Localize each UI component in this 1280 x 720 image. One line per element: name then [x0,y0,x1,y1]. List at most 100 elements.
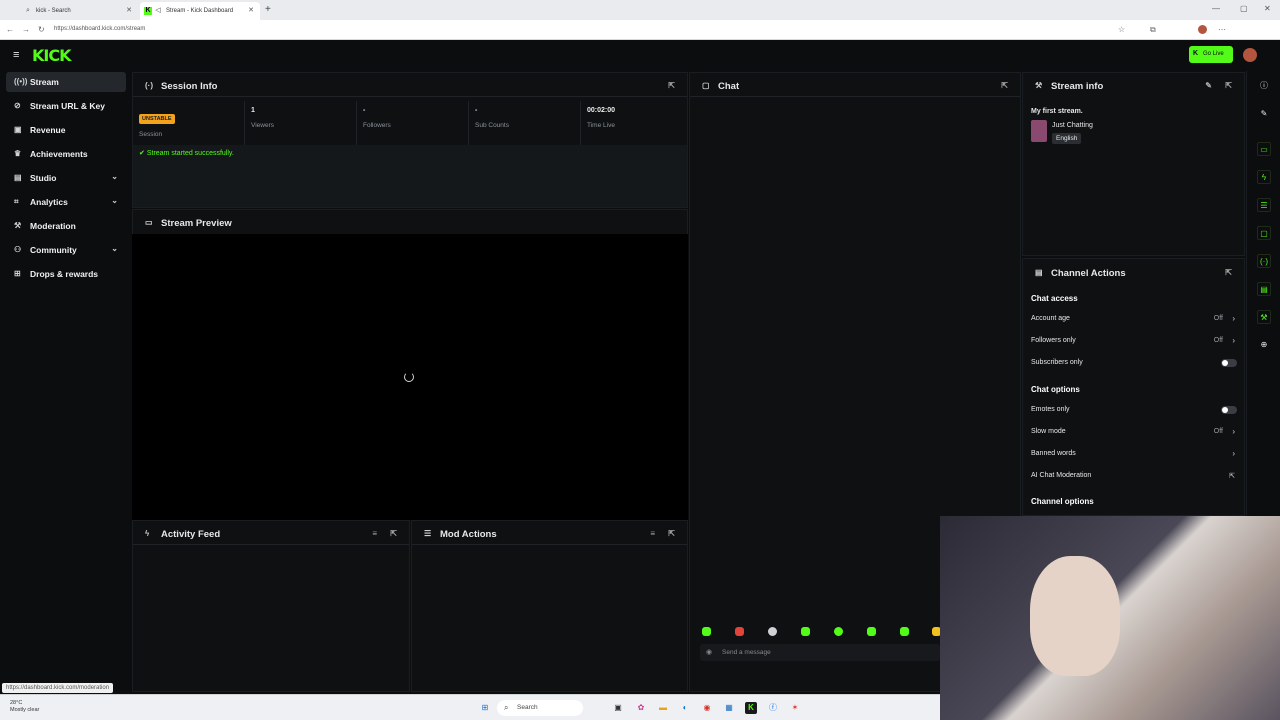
section-chat-options: Chat options [1031,385,1080,394]
lightning-icon: ϟ [145,529,150,538]
monitor-icon: ▭ [145,218,153,227]
emote-icon[interactable] [867,627,876,636]
weather-widget[interactable]: 28°C Mostly clear [10,700,39,714]
minimize-icon[interactable]: — [1212,4,1220,13]
menu-icon[interactable]: ≡ [13,49,19,61]
emote-icon[interactable] [801,627,810,636]
task-view-icon[interactable]: ▣ [612,702,624,714]
subscribers-only-toggle[interactable] [1221,359,1237,367]
edge-icon[interactable]: ◐ [679,702,691,714]
chat-message-input[interactable]: ◉ Send a message [700,644,940,661]
status-badge: UNSTABLE [139,114,175,124]
sidebar-item-revenue[interactable]: ▣ Revenue [6,120,126,140]
popout-icon[interactable]: ⇱ [668,529,675,538]
language-tag: English [1052,133,1082,144]
facebook-icon[interactable]: ⓕ [767,702,779,714]
browser-tab-bar: ⌕ kick - Search ✕ K ◁ Stream - Kick Dash… [0,0,1280,20]
user-avatar[interactable] [1243,48,1257,62]
kick-icon: K [1193,50,1199,57]
sidebar-item-label: Community [30,245,77,255]
store-icon[interactable]: ▦ [723,702,735,714]
emote-icon[interactable] [768,627,777,636]
emote-icon[interactable] [702,627,711,636]
stat-label: Time Live [587,122,615,129]
shield-icon[interactable]: ▤ [1257,282,1271,296]
webcam-overlay [940,516,1280,720]
extensions-icon[interactable]: ⧉ [1150,25,1156,35]
taskbar-search[interactable]: ⌕ Search [497,700,583,716]
popout-icon[interactable]: ⇱ [1001,81,1008,90]
chat-icon: ▢ [702,81,710,90]
maximize-icon[interactable]: ▢ [1240,4,1248,13]
list-icon[interactable]: ☰ [1257,198,1271,212]
profile-avatar[interactable] [1198,25,1207,34]
edit-icon[interactable]: ✎ [1205,81,1212,90]
success-text: Stream started successfully. [146,150,234,157]
filter-icon[interactable]: ≡ [372,529,377,538]
forward-icon[interactable]: → [22,25,30,34]
session-info-icon[interactable]: ▭ [1257,142,1271,156]
emote-icon[interactable] [735,627,744,636]
stat-value: 1 [251,107,255,114]
sidebar-item-stream[interactable]: ((•)) Stream [6,72,126,92]
sidebar-item-drops-rewards[interactable]: ⊞ Drops & rewards [6,264,126,284]
back-icon[interactable]: ← [6,25,14,34]
popout-icon[interactable]: ⇱ [1225,81,1232,90]
emotes-only-toggle[interactable] [1221,406,1237,414]
popout-icon[interactable]: ⇱ [668,81,675,90]
time-live-stat: 00:02:00 Time Live [581,101,687,145]
kick-app-icon[interactable]: K [745,702,757,714]
stat-label: Sub Counts [475,122,509,129]
kick-logo[interactable]: KICK [32,46,71,65]
info-icon[interactable]: ⓘ [1257,79,1271,93]
taskbar-search-label: Search [517,704,538,711]
popout-icon[interactable]: ⇱ [390,529,397,538]
refresh-icon[interactable]: ↻ [38,25,45,34]
sidebar-item-label: Analytics [30,197,68,207]
app-icon[interactable]: ✶ [789,702,801,714]
lightning-icon[interactable]: ϟ [1257,170,1271,184]
go-live-label: Go Live [1203,51,1224,57]
slow-mode-row[interactable]: Slow mode Off › [1031,427,1237,442]
panel-header: ϟ Activity Feed ≡ ⇱ [133,521,409,545]
account-age-row[interactable]: Account age Off › [1031,314,1237,329]
banned-words-row[interactable]: Banned words › [1031,449,1237,464]
start-icon[interactable]: ⊞ [479,702,491,714]
broadcast-icon[interactable]: (·) [1257,254,1271,268]
popout-icon[interactable]: ⇱ [1225,268,1232,277]
stat-label: Session [139,131,163,138]
emote-icon[interactable] [900,627,909,636]
sidebar-item-studio[interactable]: ▤ Studio ⌄ [6,168,126,188]
add-widget-icon[interactable]: ⊕ [1257,338,1271,352]
edit-icon[interactable]: ✎ [1257,107,1271,121]
more-icon[interactable]: ⋯ [1218,25,1226,34]
filter-icon[interactable]: ≡ [650,529,655,538]
ai-moderation-row[interactable]: AI Chat Moderation ⇱ [1031,472,1237,486]
file-explorer-icon[interactable]: ▬ [657,702,669,714]
browser-tab-dashboard[interactable]: K ◁ Stream - Kick Dashboard ✕ [140,2,260,20]
sidebar-item-achievements[interactable]: ♛ Achievements [6,144,126,164]
tab-label: Stream - Kick Dashboard [166,8,234,14]
window-close-icon[interactable]: ✕ [1264,4,1271,13]
sidebar-item-moderation[interactable]: ⚒ Moderation [6,216,126,236]
chevron-right-icon: › [1232,314,1235,323]
shield-icon: ▤ [1035,268,1043,277]
category-name[interactable]: Just Chatting [1052,122,1093,129]
stream-title: My first stream. [1031,108,1083,115]
chat-icon[interactable]: ▢ [1257,226,1271,240]
url-field[interactable]: https://dashboard.kick.com/stream [54,26,145,32]
sidebar-item-stream-url-key[interactable]: ⊘ Stream URL & Key [6,96,126,116]
sidebar-item-analytics[interactable]: ⌗ Analytics ⌄ [6,192,126,212]
sidebar-item-community[interactable]: ⚇ Community ⌄ [6,240,126,260]
followers-only-row[interactable]: Followers only Off › [1031,336,1237,351]
close-icon[interactable]: ✕ [248,6,254,14]
close-icon[interactable]: ✕ [126,6,132,14]
new-tab-icon[interactable]: + [265,4,271,15]
app-icon[interactable]: ✿ [635,702,647,714]
emote-icon[interactable] [834,627,843,636]
wrench-icon[interactable]: ⚒ [1257,310,1271,324]
star-icon[interactable]: ☆ [1118,25,1125,34]
chrome-icon[interactable]: ◉ [701,702,713,714]
browser-tab-search[interactable]: ⌕ kick - Search ✕ [20,2,138,20]
go-live-button[interactable]: K Go Live [1189,46,1233,63]
